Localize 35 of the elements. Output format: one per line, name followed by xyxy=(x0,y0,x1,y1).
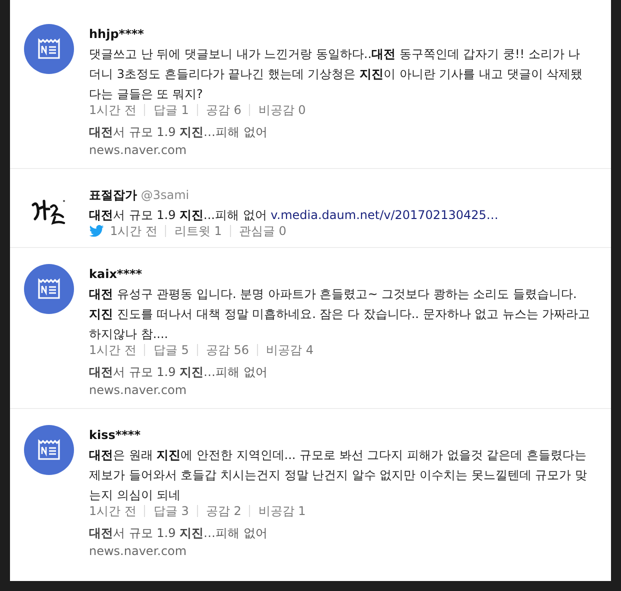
username[interactable]: hhjp**** xyxy=(89,27,144,41)
article-title[interactable]: 대전서 규모 1.9 지진…피해 없어 xyxy=(89,523,591,543)
meta-count[interactable]: 공감 56 xyxy=(196,344,257,356)
news-avatar-icon xyxy=(24,425,74,475)
link[interactable]: v.media.daum.net/v/201702130425… xyxy=(270,208,498,222)
article-source: news.naver.com xyxy=(89,382,188,398)
user-handle: @3sami xyxy=(140,188,190,202)
news-avatar-icon xyxy=(24,24,74,74)
meta-count[interactable]: 공감 6 xyxy=(196,104,250,116)
meta-count[interactable]: 비공감 4 xyxy=(257,344,322,356)
meta-count[interactable]: 공감 2 xyxy=(196,505,250,517)
article-title[interactable]: 대전서 규모 1.9 지진…피해 없어 xyxy=(89,122,591,142)
username[interactable]: kaix**** xyxy=(89,267,142,281)
bird-icon xyxy=(89,225,104,237)
timestamp: 1시간 전 xyxy=(89,505,138,517)
timestamp: 1시간 전 xyxy=(110,225,158,237)
article-source: news.naver.com xyxy=(89,543,188,559)
news-avatar-icon xyxy=(24,264,74,314)
timestamp: 1시간 전 xyxy=(89,344,138,356)
timestamp: 1시간 전 xyxy=(89,104,138,116)
username[interactable]: kiss**** xyxy=(89,428,140,442)
username[interactable]: 표절잡가 xyxy=(89,188,137,202)
meta-count[interactable]: 관심글 0 xyxy=(230,225,294,237)
comment-text: 댓글쓰고 난 뒤에 댓글보니 내가 느낀거랑 동일하다..대전 동구쪽인데 갑자기 쿵!! 소리가 나더니 3초정도 흔들리다가 끝나긴 했는데 기상청은 지진이 아니란 기사를 내고 댓글이 삭제됐다는 글들은 또 뭐지? xyxy=(89,46,584,103)
article-title[interactable]: 대전서 규모 1.9 지진…피해 없어 xyxy=(89,362,591,382)
meta-count[interactable]: 리트윗 1 xyxy=(165,225,230,237)
meta-count[interactable]: 답글 1 xyxy=(144,104,197,116)
tweet-text: 대전서 규모 1.9 지진...피해 없어 v.media.daum.net/v/201702130425… xyxy=(89,207,500,224)
meta-count[interactable]: 답글 5 xyxy=(144,344,197,356)
meta-count[interactable]: 답글 3 xyxy=(144,505,197,517)
comment-text: 대전 유성구 관평동 입니다. 분명 아파트가 흔들렸고~ 그것보다 쾅하는 소리도 들렸습니다. 지진 진도를 떠나서 대책 정말 미흡하네요. 잠은 다 잤습니다.. 문자하나 없고 뉴스는 가짜라고 하지않나 참.... xyxy=(89,286,591,343)
article-source: news.naver.com xyxy=(89,142,188,158)
meta-count[interactable]: 비공감 1 xyxy=(249,505,314,517)
meta-count[interactable]: 비공감 0 xyxy=(249,104,314,116)
comment-text: 대전은 원래 지진에 안전한 지역인데... 규모로 봐선 그다지 피해가 없을것 같은데 흔들렸다는 제보가 들어와서 호들갑 치시는건지 정말 난건지 알수 없지만 이수치는 못느낄텐데 규모가 맞는지 의심이 되네 xyxy=(89,447,588,504)
